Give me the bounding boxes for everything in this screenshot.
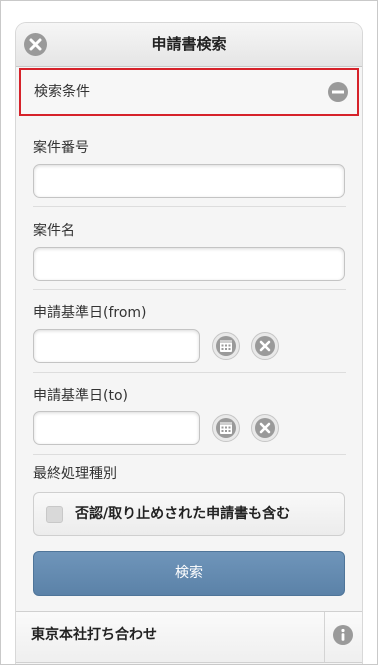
- search-conditions-header[interactable]: 検索条件: [19, 68, 359, 116]
- phone-frame: 申請書検索 検索条件 案件番号 案件名 申請基準日(from) 申請基準日(to…: [0, 0, 378, 665]
- list-item[interactable]: 東京本社打ち合わせ: [16, 612, 362, 663]
- calendar-icon[interactable]: [211, 413, 241, 443]
- include-rejected-label: 否認/取り止めされた申請書も含む: [75, 506, 291, 522]
- case-name-input[interactable]: [33, 247, 345, 281]
- list-item-title: 東京本社打ち合わせ: [31, 627, 157, 643]
- search-dialog: 申請書検索 検索条件 案件番号 案件名 申請基準日(from) 申請基準日(to…: [16, 23, 362, 664]
- divider: [33, 289, 346, 290]
- info-icon[interactable]: [332, 624, 354, 646]
- dialog-title: 申請書検索: [151, 35, 227, 53]
- date-from-input[interactable]: [33, 329, 200, 363]
- calendar-icon[interactable]: [211, 331, 241, 361]
- search-conditions-title: 検索条件: [34, 84, 90, 100]
- divider: [33, 454, 346, 455]
- divider: [33, 372, 346, 373]
- case-number-input[interactable]: [33, 164, 345, 198]
- dialog-header: 申請書検索: [16, 23, 362, 67]
- checkbox-icon[interactable]: [46, 506, 63, 523]
- final-type-label: 最終処理種別: [33, 466, 117, 482]
- minus-icon[interactable]: [327, 81, 349, 103]
- divider: [33, 206, 346, 207]
- search-button[interactable]: 検索: [33, 551, 345, 596]
- date-from-label: 申請基準日(from): [33, 305, 147, 321]
- date-to-input[interactable]: [33, 411, 200, 445]
- date-to-label: 申請基準日(to): [33, 388, 128, 404]
- include-rejected-checkbox[interactable]: 否認/取り止めされた申請書も含む: [33, 492, 345, 536]
- clear-icon[interactable]: [250, 413, 280, 443]
- clear-icon[interactable]: [250, 331, 280, 361]
- divider: [324, 612, 325, 662]
- case-number-label: 案件番号: [33, 140, 89, 156]
- close-icon[interactable]: [23, 32, 48, 57]
- case-name-label: 案件名: [33, 223, 75, 239]
